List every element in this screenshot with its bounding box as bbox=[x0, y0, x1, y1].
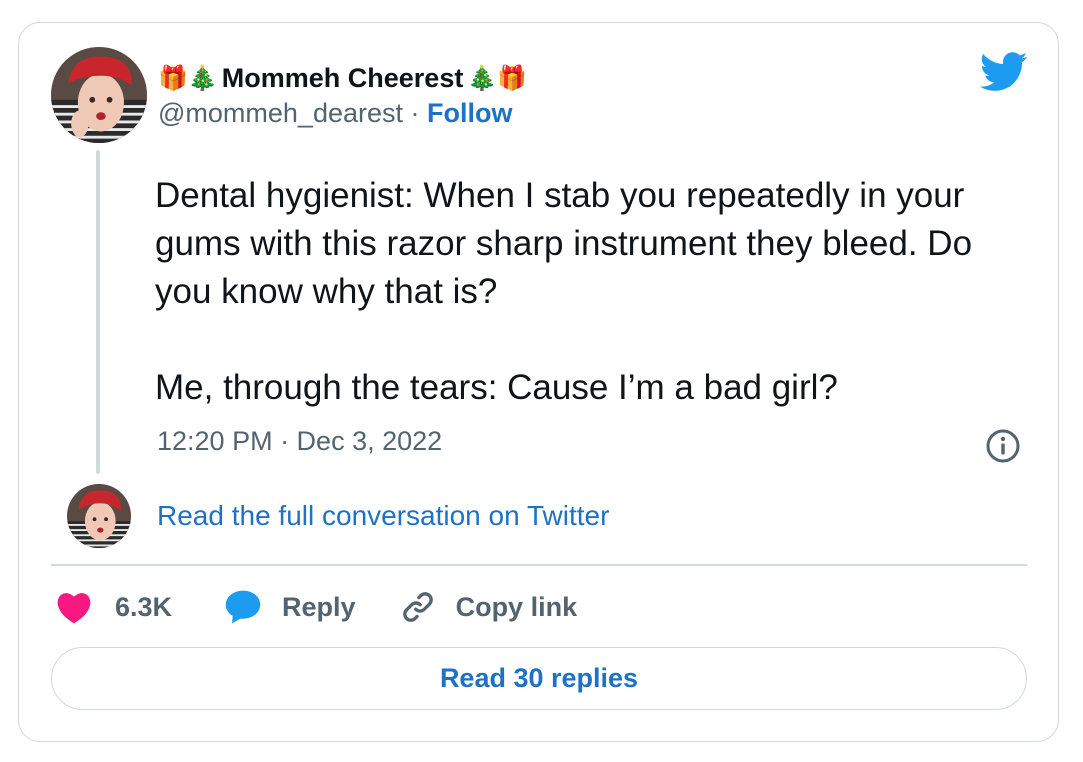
speech-bubble-icon bbox=[225, 590, 261, 624]
tweet-actions-bar: 6.3K Reply Copy link bbox=[55, 584, 577, 630]
link-icon bbox=[402, 592, 433, 622]
handle-separator: · bbox=[410, 98, 420, 128]
read-full-conversation-link[interactable]: Read the full conversation on Twitter bbox=[157, 500, 609, 532]
follow-link[interactable]: Follow bbox=[427, 98, 512, 128]
reply-button[interactable]: Reply bbox=[224, 589, 356, 625]
author-avatar[interactable] bbox=[51, 47, 147, 143]
author-display-name[interactable]: Mommeh Cheerest bbox=[222, 63, 464, 94]
likes-count: 6.3K bbox=[115, 591, 173, 622]
avatar-photo-icon bbox=[51, 47, 147, 143]
thread-connector-line bbox=[96, 150, 100, 474]
conversation-avatar[interactable] bbox=[67, 484, 131, 548]
like-button[interactable]: 6.3K bbox=[55, 590, 172, 624]
info-icon[interactable] bbox=[985, 428, 1021, 464]
tweet-timestamp[interactable]: 12:20 PM · Dec 3, 2022 bbox=[157, 426, 442, 457]
reply-label: Reply bbox=[282, 591, 356, 622]
name-emoji-right: 🎄🎁 bbox=[467, 64, 528, 92]
author-handle-row: @mommeh_dearest · Follow bbox=[158, 98, 513, 129]
twitter-bird-icon[interactable] bbox=[980, 52, 1028, 92]
author-name-row[interactable]: 🎁🎄 Mommeh Cheerest 🎄🎁 bbox=[158, 58, 527, 98]
copy-link-label: Copy link bbox=[455, 591, 578, 622]
name-emoji-left: 🎁🎄 bbox=[158, 64, 218, 92]
copy-link-button[interactable]: Copy link bbox=[400, 589, 578, 625]
tweet-text: Dental hygienist: When I stab you repeat… bbox=[155, 176, 973, 407]
read-replies-button[interactable]: Read 30 replies bbox=[51, 647, 1027, 710]
divider bbox=[51, 564, 1027, 566]
avatar-photo-icon bbox=[67, 484, 131, 548]
author-handle[interactable]: @mommeh_dearest bbox=[158, 98, 403, 128]
read-replies-label: Read 30 replies bbox=[439, 663, 639, 693]
heart-icon bbox=[57, 593, 91, 624]
